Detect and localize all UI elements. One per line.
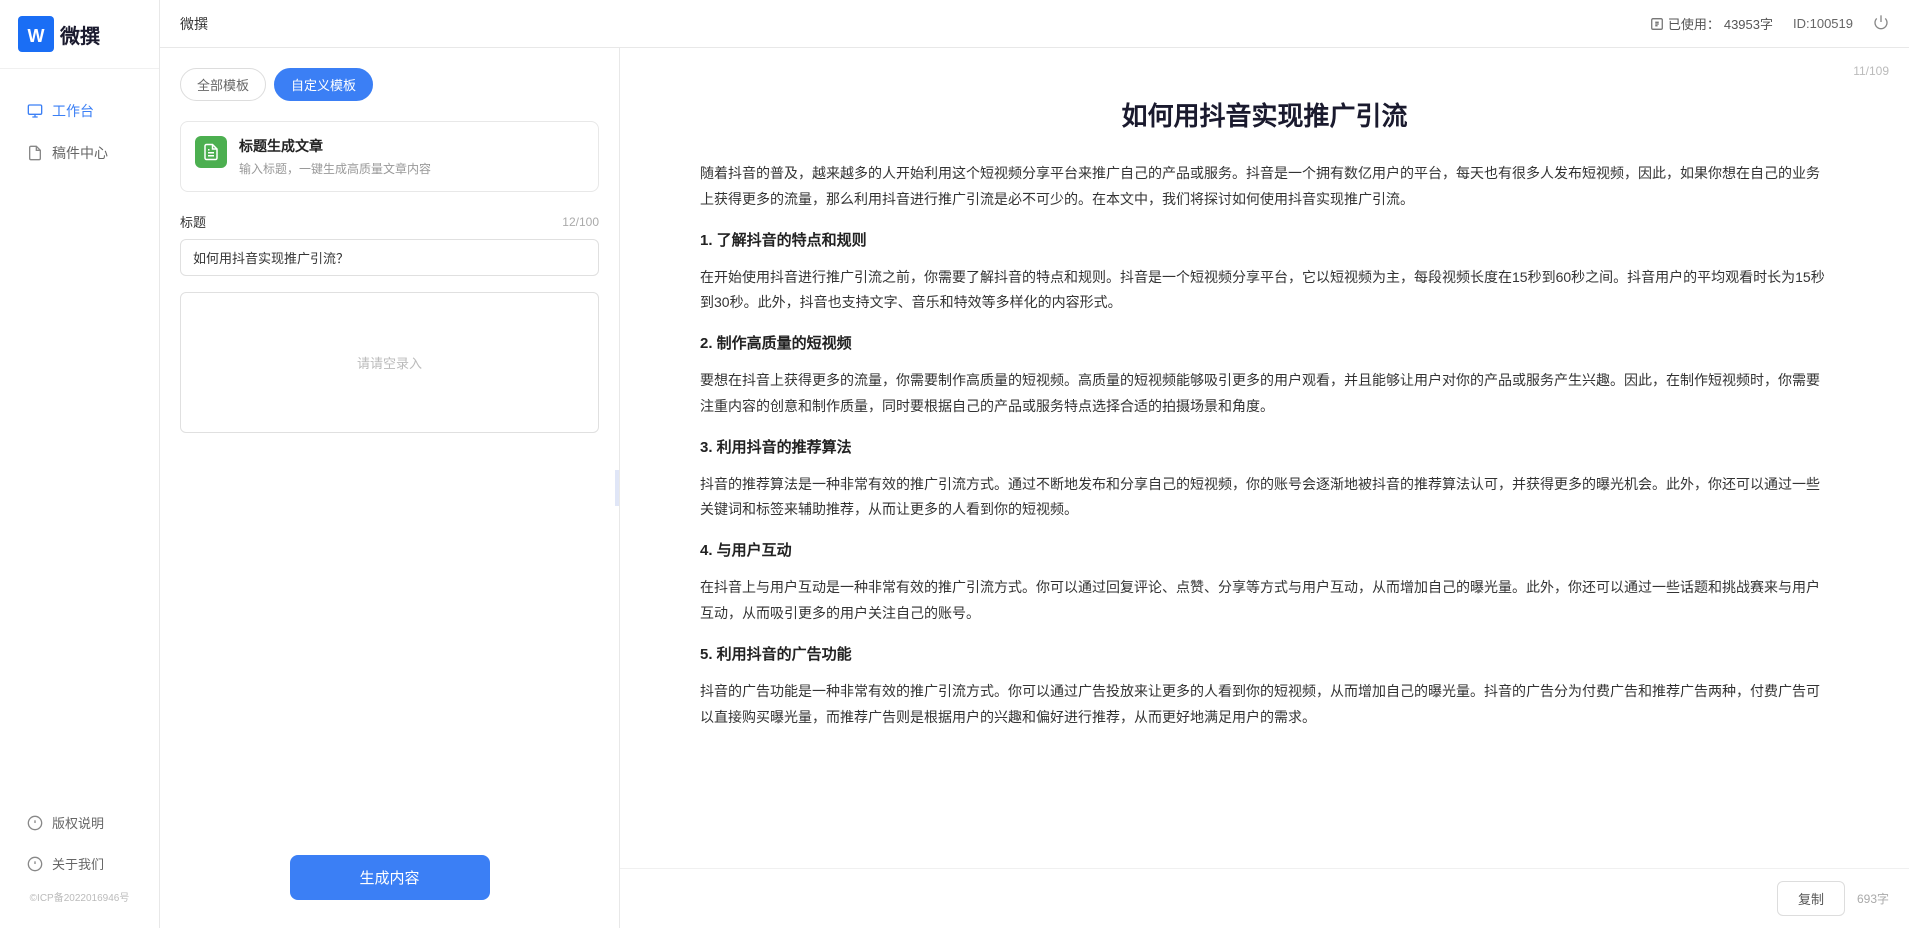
file-icon (26, 144, 44, 162)
svg-text:W: W (28, 26, 45, 46)
id-badge: ID:100519 (1793, 16, 1853, 31)
article-section-2: 3. 利用抖音的推荐算法 抖音的推荐算法是一种非常有效的推广引流方式。通过不断地… (700, 434, 1829, 524)
sidebar-item-copyright[interactable]: 版权说明 (8, 803, 151, 842)
topbar-right: 已使用： 43953字 ID:100519 (1650, 14, 1889, 33)
section-body-4: 抖音的广告功能是一种非常有效的推广引流方式。你可以通过广告投放来让更多的人看到你… (700, 679, 1829, 731)
form-placeholder-area: 请请空录入 (180, 292, 599, 433)
template-card-title: 标题生成文章 (239, 136, 431, 156)
sidebar: W 微撰 工作台 稿件中心 版权说明 关于我们 (0, 0, 160, 928)
info-circle-icon (26, 814, 44, 832)
section-body-1: 要想在抖音上获得更多的流量，你需要制作高质量的短视频。高质量的短视频能够吸引更多… (700, 368, 1829, 420)
workspace-label: 工作台 (52, 101, 94, 121)
topbar: 微撰 已使用： 43953字 ID:100519 (160, 0, 1909, 48)
logo-area: W 微撰 (0, 0, 159, 69)
article-scroll[interactable]: 如何用抖音实现推广引流 随着抖音的普及，越来越多的人开始利用这个短视频分享平台来… (620, 48, 1909, 868)
article-body: 随着抖音的普及，越来越多的人开始利用这个短视频分享平台来推广自己的产品或服务。抖… (700, 161, 1829, 730)
copy-button[interactable]: 复制 (1777, 881, 1845, 916)
section-heading-0: 1. 了解抖音的特点和规则 (700, 227, 1829, 255)
section-body-2: 抖音的推荐算法是一种非常有效的推广引流方式。通过不断地发布和分享自己的短视频，你… (700, 472, 1829, 524)
tab-custom-templates[interactable]: 自定义模板 (274, 68, 373, 101)
sidebar-bottom: 版权说明 关于我们 ©ICP备2022016946号 (0, 801, 159, 928)
main-area: 微撰 已使用： 43953字 ID:100519 全部模板 自定义模板 (160, 0, 1909, 928)
title-input[interactable] (180, 239, 599, 276)
topbar-title: 微撰 (180, 14, 208, 34)
template-card-icon (195, 136, 227, 168)
placeholder-text: 请请空录入 (357, 356, 422, 371)
left-panel: 全部模板 自定义模板 标题生成文章 输入标题，一键生成高质量文章内容 标题 12… (160, 48, 620, 928)
page-counter: 11/109 (1853, 64, 1889, 78)
form-label-row: 标题 12/100 (180, 212, 599, 231)
sidebar-item-drafts[interactable]: 稿件中心 (8, 133, 151, 173)
used-count-area: 已使用： 43953字 (1650, 14, 1773, 33)
document-icon (1650, 17, 1664, 31)
logo-text: 微撰 (60, 20, 100, 49)
used-label: 已使用： (1668, 14, 1720, 33)
section-body-3: 在抖音上与用户互动是一种非常有效的推广引流方式。你可以通过回复评论、点赞、分享等… (700, 575, 1829, 627)
about-icon (26, 855, 44, 873)
section-heading-3: 4. 与用户互动 (700, 537, 1829, 565)
logo-icon: W (18, 16, 54, 52)
sidebar-item-about[interactable]: 关于我们 (8, 844, 151, 883)
form-label: 标题 (180, 212, 206, 231)
article-intro: 随着抖音的普及，越来越多的人开始利用这个短视频分享平台来推广自己的产品或服务。抖… (700, 161, 1829, 213)
section-heading-4: 5. 利用抖音的广告功能 (700, 641, 1829, 669)
sidebar-item-workspace[interactable]: 工作台 (8, 91, 151, 131)
template-card-info: 标题生成文章 输入标题，一键生成高质量文章内容 (239, 136, 431, 177)
used-count: 43953字 (1724, 14, 1773, 33)
section-body-0: 在开始使用抖音进行推广引流之前，你需要了解抖音的特点和规则。抖音是一个短视频分享… (700, 265, 1829, 317)
article-section-4: 5. 利用抖音的广告功能 抖音的广告功能是一种非常有效的推广引流方式。你可以通过… (700, 641, 1829, 731)
copyright-label: 版权说明 (52, 813, 104, 832)
power-icon[interactable] (1873, 14, 1889, 33)
form-counter: 12/100 (562, 215, 599, 229)
tab-all-templates[interactable]: 全部模板 (180, 68, 266, 101)
monitor-icon (26, 102, 44, 120)
template-card-desc: 输入标题，一键生成高质量文章内容 (239, 160, 431, 177)
icp-text: ©ICP备2022016946号 (0, 885, 159, 908)
content-wrapper: 全部模板 自定义模板 标题生成文章 输入标题，一键生成高质量文章内容 标题 12… (160, 48, 1909, 928)
article-section-3: 4. 与用户互动 在抖音上与用户互动是一种非常有效的推广引流方式。你可以通过回复… (700, 537, 1829, 627)
generate-button[interactable]: 生成内容 (290, 855, 490, 900)
article-section-1: 2. 制作高质量的短视频 要想在抖音上获得更多的流量，你需要制作高质量的短视频。… (700, 330, 1829, 420)
drafts-label: 稿件中心 (52, 143, 108, 163)
sidebar-nav: 工作台 稿件中心 (0, 69, 159, 801)
section-heading-1: 2. 制作高质量的短视频 (700, 330, 1829, 358)
article-title: 如何用抖音实现推广引流 (700, 96, 1829, 133)
about-label: 关于我们 (52, 854, 104, 873)
section-heading-2: 3. 利用抖音的推荐算法 (700, 434, 1829, 462)
word-count: 693字 (1857, 890, 1889, 907)
right-panel: 11/109 如何用抖音实现推广引流 随着抖音的普及，越来越多的人开始利用这个短… (620, 48, 1909, 928)
article-footer: 复制 693字 (620, 868, 1909, 928)
template-card[interactable]: 标题生成文章 输入标题，一键生成高质量文章内容 (180, 121, 599, 192)
template-tabs: 全部模板 自定义模板 (180, 68, 599, 101)
article-section-0: 1. 了解抖音的特点和规则 在开始使用抖音进行推广引流之前，你需要了解抖音的特点… (700, 227, 1829, 317)
